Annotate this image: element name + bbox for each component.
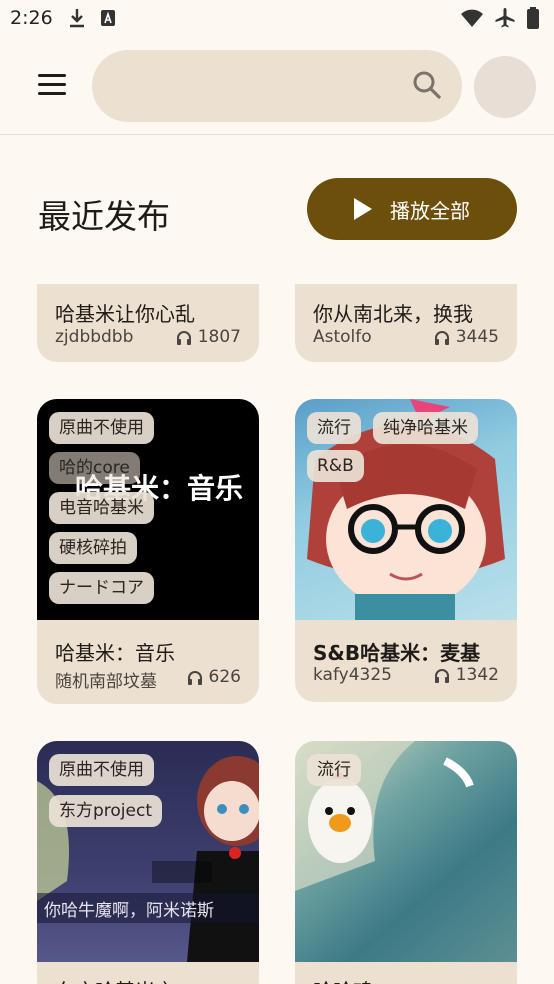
tag: 原曲不使用: [49, 412, 154, 444]
headphones-icon: [187, 670, 202, 685]
play-count: 1342: [434, 665, 499, 685]
headphones-icon: [434, 668, 449, 683]
download-icon: [70, 9, 84, 28]
play-all-label: 播放全部: [390, 198, 470, 223]
status-time: 2:26: [10, 7, 53, 29]
song-author: 随机南部坟墓: [55, 672, 157, 692]
song-card[interactable]: 哈基米：音乐 原曲不使用 哈的core 电音哈基米 硬核碎拍 ナードコア 哈基米…: [37, 399, 259, 704]
search-icon[interactable]: [412, 70, 442, 100]
cover-image: 流行 纯净哈基米 R&B: [295, 399, 517, 620]
play-icon: [354, 198, 372, 220]
song-title: 你从南北来，换我: [313, 302, 473, 326]
song-card[interactable]: 流行 纯净哈基米 R&B S&B哈基米：麦基 kafy4325 1342: [295, 399, 517, 702]
tag: 电音哈基米: [49, 492, 154, 524]
app-bar: [0, 38, 554, 135]
tag: 哈的core: [49, 452, 140, 484]
tag: 原曲不使用: [49, 754, 154, 786]
status-bar: 2:26: [0, 0, 554, 38]
song-author: Astolfo: [313, 327, 372, 347]
song-title: S&B哈基米：麦基: [313, 641, 481, 665]
video-caption-text: 你哈牛魔啊，阿米诺斯: [44, 901, 214, 921]
headphones-icon: [434, 330, 449, 345]
play-count: 1807: [176, 327, 241, 347]
headphones-icon: [176, 330, 191, 345]
cover-image: 哈基米：音乐 原曲不使用 哈的core 电音哈基米 硬核碎拍 ナードコア: [37, 399, 259, 620]
play-count: 626: [187, 667, 241, 687]
song-title: 哈基米：音乐: [55, 641, 175, 665]
app-a-icon: [101, 10, 115, 26]
menu-button[interactable]: [38, 74, 72, 100]
tag: 流行: [307, 754, 361, 786]
song-title: 哈基米让你心乱: [55, 302, 195, 326]
song-card[interactable]: 你从南北来，换我 Astolfo 3445: [295, 284, 517, 362]
search-bar[interactable]: [92, 50, 462, 122]
cover-image: 流行: [295, 741, 517, 962]
play-count-value: 1807: [197, 327, 241, 347]
song-title: 哈哈鸡: [313, 975, 503, 984]
song-card[interactable]: 哈基米让你心乱 zjdbbdbb 1807: [37, 284, 259, 362]
avatar[interactable]: [474, 56, 536, 118]
video-caption: 你哈牛魔啊，阿米诺斯: [37, 893, 259, 923]
tag: R&B: [307, 450, 364, 482]
tag: 纯净哈基米: [373, 412, 478, 444]
play-count: 3445: [434, 327, 499, 347]
cover-image: 原曲不使用 东方project 你哈牛魔啊，阿米诺斯: [37, 741, 259, 962]
play-count-value: 626: [208, 667, 241, 687]
airplane-icon: [495, 8, 515, 28]
wifi-icon: [461, 9, 483, 27]
play-count-value: 3445: [455, 327, 499, 347]
search-input[interactable]: [116, 70, 396, 102]
song-author: kafy4325: [313, 665, 392, 685]
song-title: 东方哈基米之: [55, 975, 245, 984]
tag: ナードコア: [49, 572, 154, 604]
song-author: zjdbbdbb: [55, 327, 134, 347]
tag: 流行: [307, 412, 361, 444]
battery-icon: [527, 7, 539, 29]
play-all-button[interactable]: 播放全部: [307, 178, 517, 240]
song-card[interactable]: 原曲不使用 东方project 你哈牛魔啊，阿米诺斯 东方哈基米之: [37, 741, 259, 984]
song-card[interactable]: 流行 哈哈鸡: [295, 741, 517, 984]
tag: 硬核碎拍: [49, 532, 137, 564]
play-count-value: 1342: [455, 665, 499, 685]
section-title: 最近发布: [38, 197, 170, 236]
tag: 东方project: [49, 795, 163, 827]
